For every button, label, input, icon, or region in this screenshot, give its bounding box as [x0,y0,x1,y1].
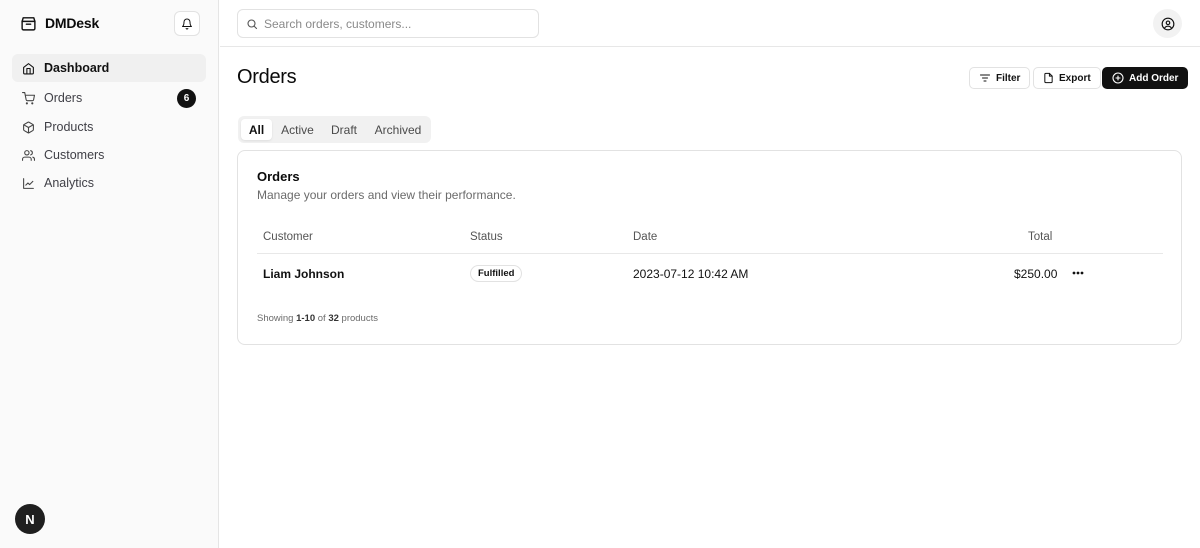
filter-button[interactable]: Filter [969,67,1031,89]
plus-circle-icon [1112,72,1124,84]
sidebar-item-label: Analytics [44,176,95,190]
search-box[interactable] [237,9,539,38]
footer-of: of [317,313,326,324]
package-icon [22,121,35,134]
filter-icon [979,72,991,84]
line-chart-icon [22,177,35,190]
row-total: $250.00 [1014,267,1058,281]
more-horizontal-icon[interactable] [1071,267,1085,279]
sidebar-item-label: Customers [44,148,105,162]
search-input[interactable] [264,16,524,31]
brand[interactable]: DMDesk [20,13,99,33]
sidebar-item-dashboard[interactable]: Dashboard [12,54,206,82]
cart-icon [22,91,35,105]
brand-name: DMDesk [45,15,100,31]
sidebar-item-customers[interactable]: Customers [12,141,206,169]
add-order-label: Add Order [1129,72,1179,84]
table-divider [257,253,1163,254]
export-label: Export [1059,72,1091,84]
column-header-customer[interactable]: Customer [263,231,313,243]
tab-archived[interactable]: Archived [369,119,427,140]
row-date: 2023-07-12 10:42 AM [633,267,749,281]
sidebar-item-label: Products [44,120,94,134]
file-icon [1043,72,1054,84]
add-order-button[interactable]: Add Order [1102,67,1189,89]
export-button[interactable]: Export [1033,67,1101,89]
footer-prefix: Showing [257,313,294,324]
card-description: Manage your orders and view their perfor… [257,188,516,202]
card-title: Orders [257,169,300,184]
notifications-button[interactable] [174,11,200,36]
pagination-summary: Showing 1-10 of 32 products [257,313,378,324]
footer-suffix: products [341,313,378,324]
users-icon [22,149,35,162]
column-header-date[interactable]: Date [633,231,657,243]
column-header-total[interactable]: Total [1028,231,1052,243]
tab-draft[interactable]: Draft [325,119,363,140]
footer-range: 1-10 [296,313,316,324]
store-icon [20,15,37,32]
sidebar-item-orders[interactable]: Orders 6 [12,84,206,112]
filter-label: Filter [996,72,1021,84]
user-circle-icon [1161,17,1175,31]
account-button[interactable] [1153,9,1182,38]
orders-count-badge: 6 [177,89,196,108]
sidebar-item-label: Orders [44,91,83,105]
footer-count: 32 [328,313,339,324]
status-tabs: All Active Draft Archived [238,116,431,143]
bell-icon [181,18,193,30]
sidebar-item-analytics[interactable]: Analytics [12,169,206,197]
row-customer[interactable]: Liam Johnson [263,267,344,281]
status-badge: Fulfilled [470,265,523,282]
user-avatar[interactable]: N [15,504,45,534]
tab-active[interactable]: Active [276,119,319,140]
orders-card: Orders Manage your orders and view their… [237,150,1182,345]
sidebar-item-label: Dashboard [44,61,110,75]
home-icon [22,62,35,75]
sidebar: DMDesk Dashboard Orders 6 Products Custo… [0,0,219,548]
column-header-status[interactable]: Status [470,231,503,243]
page-title: Orders [237,66,297,88]
search-icon [246,18,258,30]
topbar [220,0,1200,47]
sidebar-item-products[interactable]: Products [12,113,206,141]
tab-all[interactable]: All [241,119,272,140]
